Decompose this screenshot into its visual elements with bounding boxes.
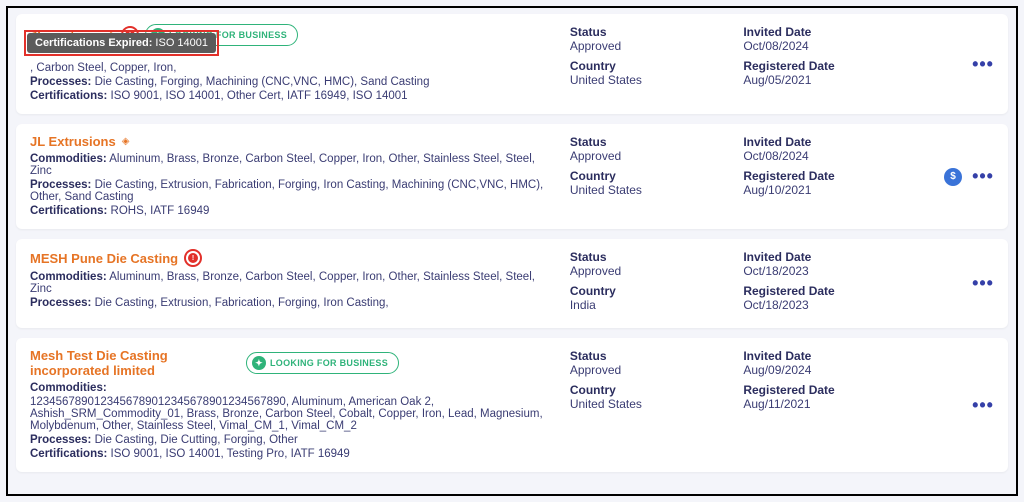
invited-label: Invited Date [743,250,917,264]
tooltip-label: Certifications Expired: [35,37,152,49]
registered-value: Aug/05/2021 [743,73,917,87]
commodities-text: , Carbon Steel, Copper, Iron, [30,62,176,74]
supplier-card: Certifications Expired: ISO 14001 JL cas… [16,14,1008,114]
supplier-card: MESH Pune Die Casting ! Commodities: Alu… [16,239,1008,328]
processes-label: Processes: [30,297,91,309]
registered-label: Registered Date [743,59,917,73]
alert-icon[interactable]: ! [184,249,202,267]
invited-value: Oct/08/2024 [743,149,917,163]
status-label: Status [570,250,744,264]
commodities-text: 1234567890123456789012345678901234567890… [30,396,543,432]
status-value: Approved [570,264,744,278]
registered-value: Aug/10/2021 [743,183,917,197]
country-value: United States [570,397,744,411]
invited-value: Oct/08/2024 [743,39,917,53]
certifications-text: ISO 9001, ISO 14001, Testing Pro, IATF 1… [111,448,350,460]
more-actions-button[interactable]: ••• [972,54,994,75]
shield-icon: ◈ [122,136,130,147]
cert-expired-tooltip: Certifications Expired: ISO 14001 [24,30,219,56]
more-actions-button[interactable]: ••• [972,166,994,187]
certifications-label: Certifications: [30,90,107,102]
registered-value: Oct/18/2023 [743,298,917,312]
country-label: Country [570,169,744,183]
processes-text: Die Casting, Extrusion, Fabrication, For… [30,179,543,203]
company-name-link[interactable]: Mesh Test Die Casting incorporated limit… [30,348,240,378]
status-value: Approved [570,363,744,377]
registered-label: Registered Date [743,383,917,397]
invited-value: Oct/18/2023 [743,264,917,278]
registered-label: Registered Date [743,169,917,183]
status-label: Status [570,25,744,39]
status-label: Status [570,349,744,363]
supplier-card: Mesh Test Die Casting incorporated limit… [16,338,1008,472]
registered-label: Registered Date [743,284,917,298]
dollar-icon[interactable]: $ [944,168,962,186]
country-value: India [570,298,744,312]
invited-label: Invited Date [743,135,917,149]
commodities-label: Commodities: [30,153,107,165]
supplier-card: JL Extrusions ◈ Commodities: Aluminum, B… [16,124,1008,229]
certifications-text: ISO 9001, ISO 14001, Other Cert, IATF 16… [111,90,408,102]
processes-text: Die Casting, Die Cutting, Forging, Other [95,434,298,446]
country-label: Country [570,284,744,298]
status-value: Approved [570,149,744,163]
invited-value: Aug/09/2024 [743,363,917,377]
star-icon: ✦ [252,356,266,370]
processes-label: Processes: [30,179,91,191]
tooltip-value: ISO 14001 [155,37,208,49]
registered-value: Aug/11/2021 [743,397,917,411]
invited-label: Invited Date [743,25,917,39]
results-container: Certifications Expired: ISO 14001 JL cas… [6,6,1018,496]
certifications-label: Certifications: [30,205,107,217]
processes-label: Processes: [30,76,91,88]
commodities-label: Commodities: [30,271,107,283]
company-name-link[interactable]: JL Extrusions [30,134,116,149]
status-value: Approved [570,39,744,53]
country-value: United States [570,73,744,87]
more-actions-button[interactable]: ••• [972,273,994,294]
processes-label: Processes: [30,434,91,446]
certifications-text: ROHS, IATF 16949 [111,205,210,217]
invited-label: Invited Date [743,349,917,363]
status-label: Status [570,135,744,149]
country-value: United States [570,183,744,197]
country-label: Country [570,59,744,73]
certifications-label: Certifications: [30,448,107,460]
processes-text: Die Casting, Forging, Machining (CNC,VNC… [95,76,430,88]
commodities-label: Commodities: [30,382,107,394]
looking-for-business-badge: ✦ LOOKING FOR BUSINESS [246,352,399,374]
more-actions-button[interactable]: ••• [972,395,994,416]
processes-text: Die Casting, Extrusion, Fabrication, For… [95,297,389,309]
company-name-link[interactable]: MESH Pune Die Casting [30,251,178,266]
country-label: Country [570,383,744,397]
